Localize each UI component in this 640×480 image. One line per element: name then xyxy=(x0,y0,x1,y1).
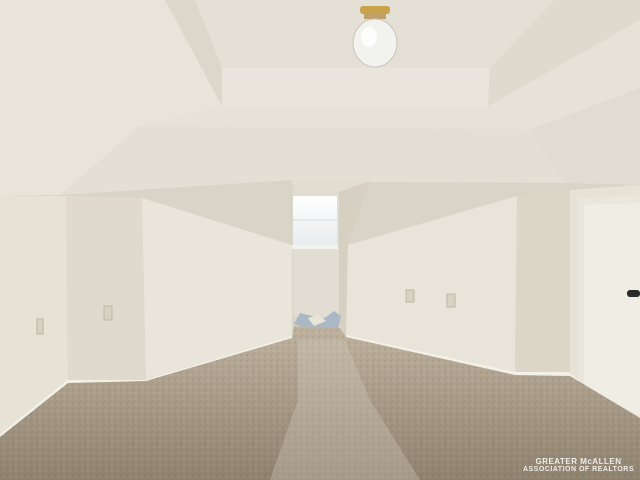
recess-band xyxy=(222,68,490,106)
wall-right-inner xyxy=(515,190,570,376)
wall-outlet xyxy=(36,318,44,335)
watermark-brand: GREATER McALLEN xyxy=(535,457,622,466)
door xyxy=(584,203,640,416)
wall-left-inner xyxy=(66,196,146,383)
wall-outlet xyxy=(103,305,113,321)
window-sill xyxy=(292,245,338,249)
watermark-sub: ASSOCIATION OF REALTORS xyxy=(522,466,634,473)
brand-watermark: GREATER McALLEN ASSOCIATION OF REALTORS xyxy=(523,458,634,474)
dormer-window xyxy=(293,196,337,246)
door-knob-icon xyxy=(627,290,640,297)
attic-room-scene xyxy=(0,0,640,480)
wall-outlet xyxy=(405,289,415,303)
wall-outlet xyxy=(446,293,456,308)
